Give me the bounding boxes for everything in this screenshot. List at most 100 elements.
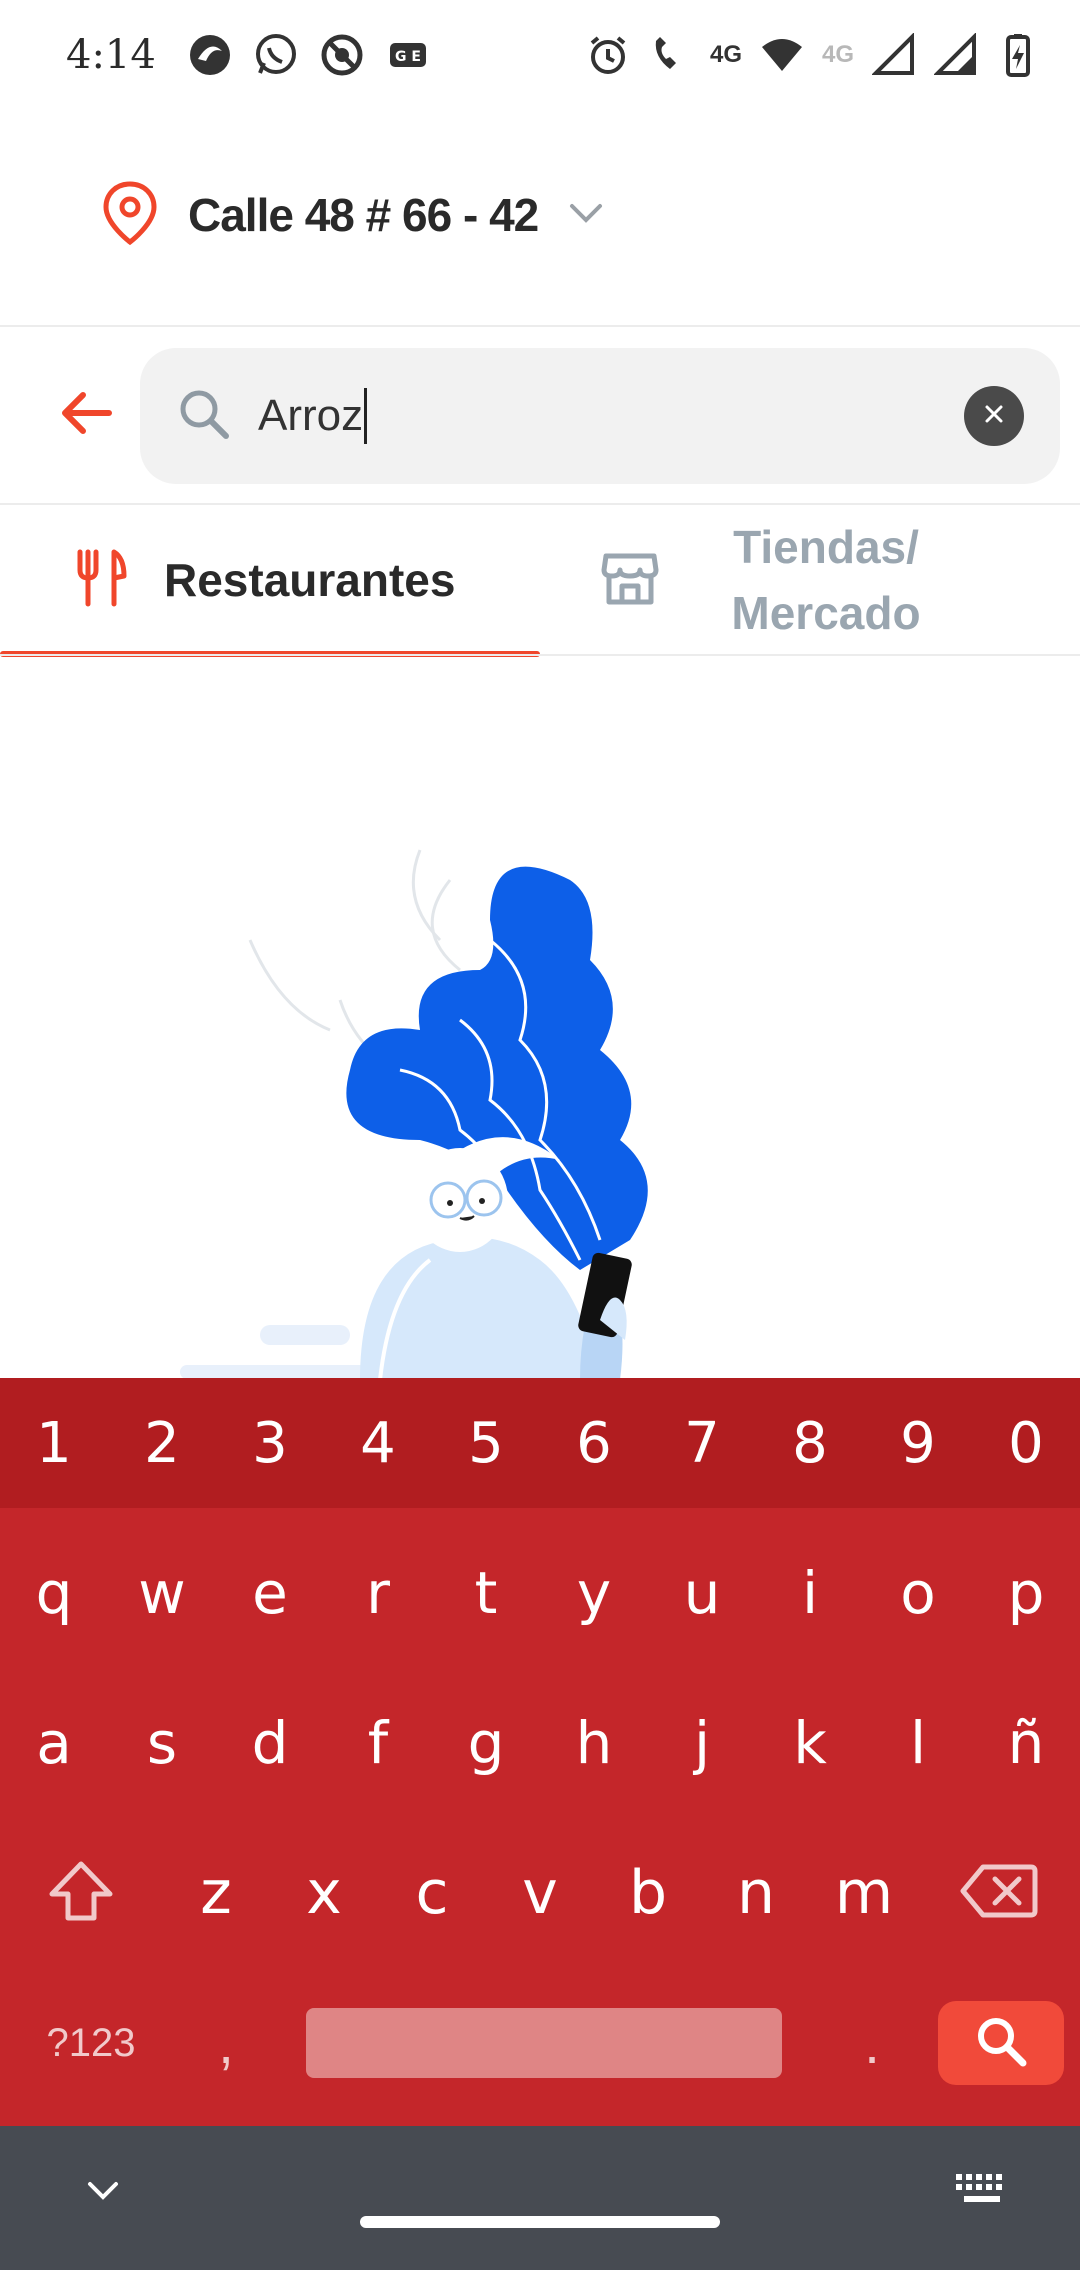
key-k[interactable]: k (756, 1668, 864, 1818)
chevron-down-icon (566, 198, 606, 233)
address-text: Calle 48 # 66 - 42 (188, 189, 539, 241)
keyboard-row-2: a s d f g h j k l ñ (0, 1668, 1080, 1818)
key-3[interactable]: 3 (216, 1411, 324, 1476)
key-v[interactable]: v (486, 1818, 594, 1968)
keyboard-letters: q w e r t y u i o p a s d f g h j k l ñ (0, 1518, 1080, 2118)
tab-stores[interactable]: Tiendas/ Mercado (540, 505, 1080, 655)
key-w[interactable]: w (108, 1518, 216, 1668)
shift-icon (46, 1858, 116, 1929)
status-time: 4:14 (66, 32, 156, 78)
utensils-icon (74, 548, 128, 613)
hide-keyboard-chevron-icon[interactable] (78, 2170, 128, 2210)
network-4g-label-secondary: 4G (821, 41, 854, 68)
search-box[interactable]: Arroz (140, 348, 1060, 484)
symbols-key[interactable]: ?123 (16, 2021, 166, 2066)
text-caret (364, 388, 368, 444)
key-6[interactable]: 6 (540, 1411, 648, 1476)
shift-key[interactable] (0, 1818, 162, 1968)
arrow-left-icon (57, 389, 113, 442)
tabs-divider (0, 654, 1080, 656)
backspace-icon (959, 1861, 1039, 1926)
whatsapp-icon (254, 33, 298, 77)
key-u[interactable]: u (648, 1518, 756, 1668)
system-nav-bar (0, 2126, 1080, 2270)
status-left: 4:14 G E (66, 32, 430, 78)
store-icon (600, 548, 660, 613)
key-a[interactable]: a (0, 1668, 108, 1818)
key-t[interactable]: t (432, 1518, 540, 1668)
alarm-icon (586, 33, 630, 77)
signal-icon (934, 33, 978, 77)
key-z[interactable]: z (162, 1818, 270, 1968)
key-g[interactable]: g (432, 1668, 540, 1818)
key-0[interactable]: 0 (972, 1411, 1080, 1476)
key-l[interactable]: l (864, 1668, 972, 1818)
home-gesture-handle[interactable] (360, 2216, 720, 2228)
keyboard-row-1: q w e r t y u i o p (0, 1518, 1080, 1668)
key-n-tilde[interactable]: ñ (972, 1668, 1080, 1818)
key-c[interactable]: c (378, 1818, 486, 1968)
tab-restaurants[interactable]: Restaurantes (0, 505, 540, 657)
circle-app-icon (320, 33, 364, 77)
status-bar: 4:14 G E 4G 4G (0, 0, 1080, 110)
key-f[interactable]: f (324, 1668, 432, 1818)
search-icon (176, 386, 232, 447)
key-e[interactable]: e (216, 1518, 324, 1668)
key-q[interactable]: q (0, 1518, 108, 1668)
key-9[interactable]: 9 (864, 1411, 972, 1476)
key-y[interactable]: y (540, 1518, 648, 1668)
period-key[interactable]: . (812, 2011, 932, 2076)
comma-key[interactable]: , (166, 2011, 286, 2076)
category-tabs: Restaurantes Tiendas/ Mercado (0, 505, 1080, 657)
backspace-key[interactable] (918, 1818, 1080, 1968)
key-5[interactable]: 5 (432, 1411, 540, 1476)
key-n[interactable]: n (702, 1818, 810, 1968)
soft-keyboard: 1 2 3 4 5 6 7 8 9 0 q w e r t y u i o p … (0, 1378, 1080, 2126)
location-pin-icon (100, 180, 160, 251)
key-4[interactable]: 4 (324, 1411, 432, 1476)
signal-icon (872, 33, 916, 77)
key-m[interactable]: m (810, 1818, 918, 1968)
browser-icon (188, 33, 232, 77)
address-selector[interactable]: Calle 48 # 66 - 42 (100, 160, 606, 270)
key-j[interactable]: j (648, 1668, 756, 1818)
key-o[interactable]: o (864, 1518, 972, 1668)
key-x[interactable]: x (270, 1818, 378, 1968)
keyboard-number-row: 1 2 3 4 5 6 7 8 9 0 (0, 1378, 1080, 1508)
close-icon (983, 403, 1005, 430)
battery-charging-icon (996, 33, 1040, 77)
tab-restaurants-label: Restaurantes (164, 554, 456, 606)
key-7[interactable]: 7 (648, 1411, 756, 1476)
search-input[interactable]: Arroz (258, 388, 964, 444)
clear-search-button[interactable] (964, 386, 1024, 446)
gmail-sim-icon: G E (386, 33, 430, 77)
key-s[interactable]: s (108, 1668, 216, 1818)
status-right: 4G 4G (586, 33, 1040, 77)
tab-stores-label: Tiendas/ Mercado (716, 514, 936, 646)
keyboard-row-4: ?123 , . (0, 1968, 1080, 2118)
key-r[interactable]: r (324, 1518, 432, 1668)
key-i[interactable]: i (756, 1518, 864, 1668)
space-key[interactable] (306, 2008, 782, 2078)
key-p[interactable]: p (972, 1518, 1080, 1668)
keyboard-search-key[interactable] (938, 2001, 1064, 2085)
search-icon (973, 2013, 1029, 2074)
key-8[interactable]: 8 (756, 1411, 864, 1476)
tab-stores-label-line1: Tiendas/ (733, 521, 919, 573)
key-b[interactable]: b (594, 1818, 702, 1968)
svg-text:G E: G E (395, 49, 421, 65)
header-divider (0, 325, 1080, 327)
tab-stores-label-line2: Mercado (731, 587, 921, 639)
key-h[interactable]: h (540, 1668, 648, 1818)
key-d[interactable]: d (216, 1668, 324, 1818)
back-button[interactable] (50, 370, 120, 460)
empty-state-illustration (160, 820, 800, 1381)
key-2[interactable]: 2 (108, 1411, 216, 1476)
volte-call-icon (648, 33, 692, 77)
wifi-icon (760, 33, 804, 77)
keyboard-switch-icon[interactable] (954, 2172, 1010, 2208)
network-4g-label: 4G (709, 41, 742, 68)
keyboard-row-3: z x c v b n m (0, 1818, 1080, 1968)
key-1[interactable]: 1 (0, 1411, 108, 1476)
search-input-value: Arroz (258, 391, 364, 440)
